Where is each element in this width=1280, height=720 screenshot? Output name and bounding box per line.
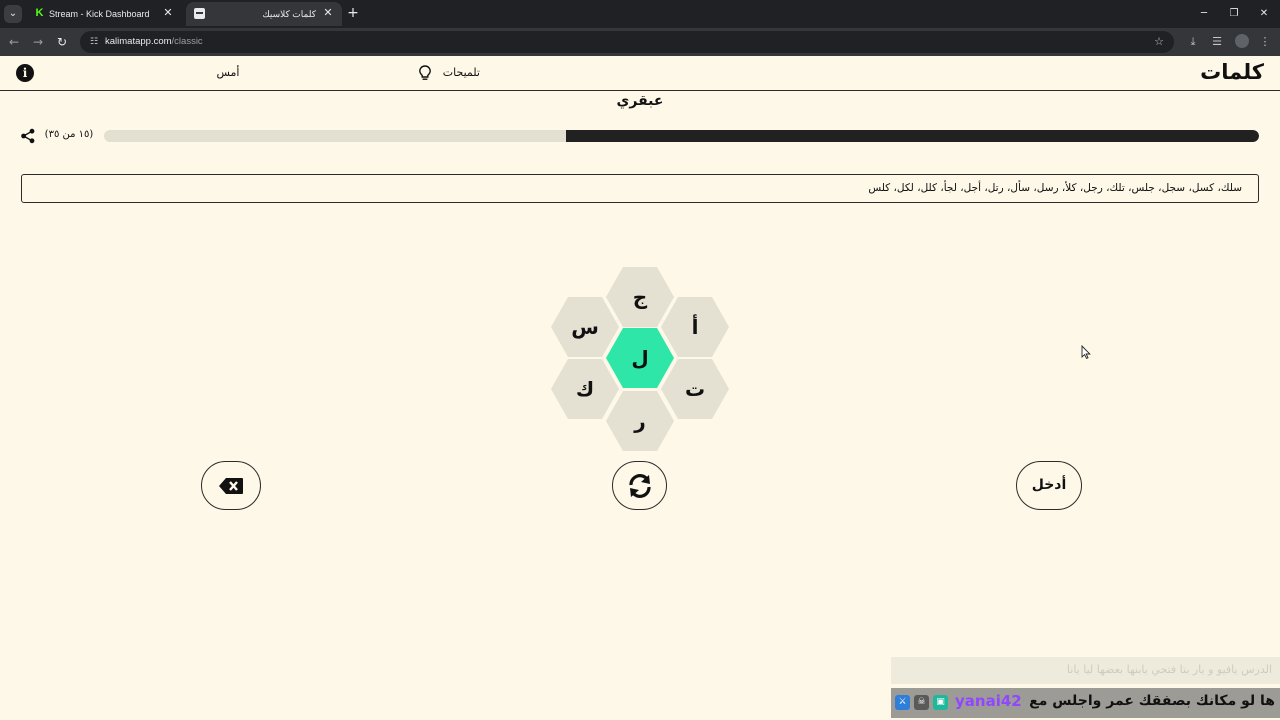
reload-icon[interactable]: ↻	[54, 34, 70, 50]
yesterday-button[interactable]: أمس	[208, 66, 248, 79]
backspace-icon	[219, 477, 243, 494]
bookmark-star-icon[interactable]: ☆	[1152, 35, 1166, 49]
new-tab-icon[interactable]: +	[346, 6, 360, 20]
enter-button[interactable]: أدخل	[1016, 461, 1082, 510]
shuffle-icon	[628, 473, 651, 498]
skull-badge-icon: ☠	[914, 695, 929, 710]
hive-letter-lower-left[interactable]: ك	[551, 359, 619, 419]
lightbulb-icon	[419, 65, 431, 80]
shuffle-button[interactable]	[612, 461, 667, 510]
mouse-cursor-icon	[1081, 345, 1091, 359]
hive-letter-center[interactable]: ل	[606, 328, 674, 388]
stream-chat-faded-line: الدرس يافيو و يار بتا فتحي يابنها بعضها …	[891, 657, 1280, 684]
menu-kebab-icon[interactable]: ⋮	[1257, 34, 1273, 50]
hive-letter-upper-right[interactable]: أ	[661, 297, 729, 357]
hive-letter-top[interactable]: ج	[606, 267, 674, 327]
download-icon[interactable]: ⤓	[1185, 34, 1201, 50]
profile-avatar-icon[interactable]	[1235, 34, 1249, 48]
kick-logo-icon: K	[35, 7, 44, 19]
chat-username: yanai42	[955, 692, 1022, 710]
tab-kick-dashboard[interactable]: K Stream - Kick Dashboard ✕	[26, 2, 182, 26]
tab-title: كلمات كلاسيك	[262, 9, 316, 19]
address-bar[interactable]: ☷ kalimatapp.com/classic ☆	[80, 31, 1174, 53]
tab-kalimat-classic[interactable]: كلمات كلاسيك ✕	[186, 2, 342, 26]
app-header: i أمس تلميحات كلمات	[0, 57, 1280, 91]
page-icon	[194, 8, 205, 19]
forward-icon[interactable]: →	[30, 34, 46, 50]
back-icon[interactable]: ←	[6, 34, 22, 50]
tab-search-chevron-icon[interactable]: ⌄	[4, 5, 22, 23]
hive-letter-lower-right[interactable]: ت	[661, 359, 729, 419]
moderator-badge-icon: ⚔	[895, 695, 910, 710]
rank-title: عبقري	[616, 93, 664, 109]
progress-fill	[566, 130, 1259, 142]
browser-toolbar: ← → ↻ ☷ kalimatapp.com/classic ☆ ⤓ ☰ ⋮	[0, 28, 1280, 56]
progress-bar	[104, 130, 1259, 142]
score-counter: (١٥ من ٣٥)	[44, 129, 94, 140]
faded-chat-text: الدرس يافيو و يار بتا فتحي يابنها بعضها …	[1066, 663, 1272, 676]
tab-title: Stream - Kick Dashboard	[49, 9, 150, 19]
close-tab-icon[interactable]: ✕	[322, 7, 334, 19]
hints-button[interactable]: تلميحات	[418, 63, 480, 83]
site-info-icon[interactable]: ☷	[88, 36, 100, 48]
hive-letter-upper-left[interactable]: س	[551, 297, 619, 357]
close-window-icon[interactable]: ✕	[1257, 7, 1271, 21]
chat-message-text: ها لو مكانك بصفقك عمر واجلس مع جدتي :	[1023, 693, 1275, 709]
close-tab-icon[interactable]: ✕	[162, 7, 174, 19]
browser-tab-bar: ⌄ K Stream - Kick Dashboard ✕ كلمات كلاس…	[0, 0, 1280, 28]
found-words-list: سلك، كسل، سجل، جلس، تلك، رجل، كلأ، رسل، …	[868, 182, 1242, 194]
share-icon[interactable]	[20, 128, 36, 144]
stream-chat-message: ⚔ ☠ ▣ yanai42 ها لو مكانك بصفقك عمر واجل…	[891, 688, 1280, 718]
subscriber-badge-icon: ▣	[933, 695, 948, 710]
delete-button[interactable]	[201, 461, 261, 510]
info-icon[interactable]: i	[16, 64, 34, 82]
restore-icon[interactable]: ❐	[1227, 7, 1241, 21]
hints-label: تلميحات	[442, 66, 480, 79]
url-text: kalimatapp.com/classic	[105, 36, 203, 47]
app-logo[interactable]: كلمات	[1200, 60, 1264, 84]
media-queue-icon[interactable]: ☰	[1209, 34, 1225, 50]
hive-letter-bottom[interactable]: ر	[606, 391, 674, 451]
minimize-icon[interactable]: ─	[1197, 7, 1211, 21]
found-words-box[interactable]: سلك، كسل، سجل، جلس، تلك، رجل، كلأ، رسل، …	[21, 174, 1259, 203]
